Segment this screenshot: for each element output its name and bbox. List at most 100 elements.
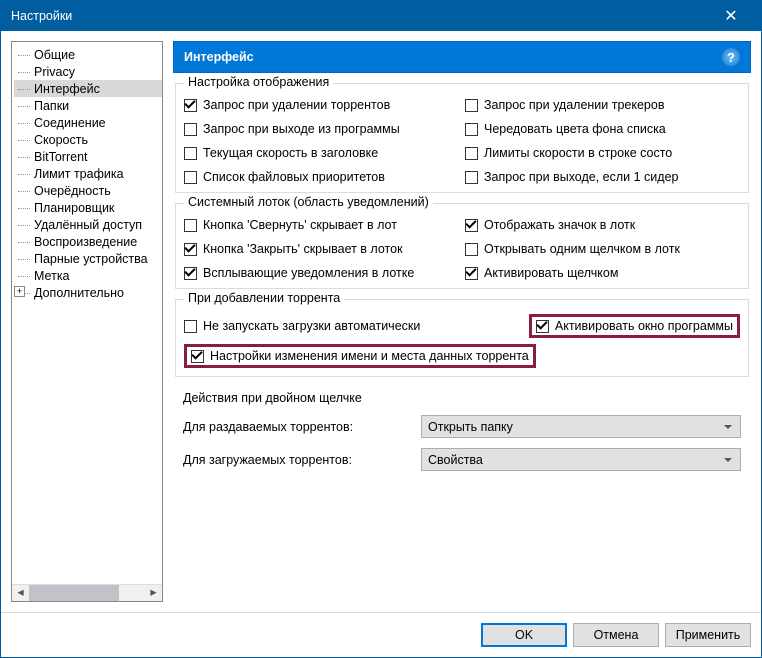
checkbox-label: Отображать значок в лотк: [484, 218, 635, 232]
scroll-left-icon[interactable]: ◂: [12, 585, 29, 601]
checkbox-box: [465, 147, 478, 160]
checkbox-box: [184, 171, 197, 184]
checkbox-label: Активировать щелчком: [484, 266, 618, 280]
checkbox-box: [184, 123, 197, 136]
checkbox-label: Лимиты скорости в строке состо: [484, 146, 672, 160]
tree-item-label: Папки: [34, 99, 69, 113]
group-tray: Системный лоток (область уведомлений) Кн…: [175, 203, 749, 289]
display-left-checkbox-3[interactable]: Список файловых приоритетов: [184, 170, 459, 184]
checkbox-label: Запрос при выходе из программы: [203, 122, 400, 136]
tree-h-scrollbar[interactable]: ◂ ▸: [12, 584, 162, 601]
tree-item-label: Скорость: [34, 133, 88, 147]
checkbox-label: Всплывающие уведомления в лотке: [203, 266, 414, 280]
tree-item-label: Очерёдность: [34, 184, 111, 198]
section-title: Интерфейс: [184, 50, 722, 64]
tree-item-0[interactable]: Общие: [14, 46, 162, 63]
scroll-thumb[interactable]: [29, 585, 119, 601]
group-add-torrent: При добавлении торрента Не запускать заг…: [175, 299, 749, 377]
checkbox-box: [465, 219, 478, 232]
tree-item-3[interactable]: Папки: [14, 97, 162, 114]
checkbox-box: [184, 267, 197, 280]
checkbox-label: Активировать окно программы: [555, 319, 733, 333]
tray-right-checkbox-1[interactable]: Открывать одним щелчком в лотк: [465, 242, 740, 256]
group-tray-title: Системный лоток (область уведомлений): [184, 195, 433, 209]
tree-item-9[interactable]: Планировщик: [14, 199, 162, 216]
checkbox-label: Не запускать загрузки автоматически: [203, 319, 420, 333]
checkbox-label: Открывать одним щелчком в лотк: [484, 242, 680, 256]
checkbox-box: [465, 243, 478, 256]
dblclick-seeding-label: Для раздаваемых торрентов:: [183, 420, 413, 434]
tree-item-14[interactable]: + Дополнительно: [14, 284, 162, 301]
tree-item-7[interactable]: Лимит трафика: [14, 165, 162, 182]
nav-tree: Общие Privacy Интерфейс Папки Соединение Скор…: [11, 41, 163, 602]
tree-item-label: Дополнительно: [34, 286, 124, 300]
tree-item-8[interactable]: Очерёдность: [14, 182, 162, 199]
tray-right-checkbox-0[interactable]: Отображать значок в лотк: [465, 218, 740, 232]
checkbox-box: [184, 147, 197, 160]
window-title: Настройки: [11, 9, 711, 23]
tree-item-10[interactable]: Удалённый доступ: [14, 216, 162, 233]
expand-icon[interactable]: +: [14, 286, 25, 297]
tray-left-checkbox-0[interactable]: Кнопка 'Свернуть' скрывает в лот: [184, 218, 459, 232]
tree-item-label: BitTorrent: [34, 150, 88, 164]
display-left-checkbox-2[interactable]: Текущая скорость в заголовке: [184, 146, 459, 160]
ok-button[interactable]: OK: [481, 623, 567, 647]
display-right-checkbox-1[interactable]: Чередовать цвета фона списка: [465, 122, 740, 136]
scroll-right-icon[interactable]: ▸: [145, 585, 162, 601]
tray-right-checkbox-2[interactable]: Активировать щелчком: [465, 266, 740, 280]
display-left-checkbox-1[interactable]: Запрос при выходе из программы: [184, 122, 459, 136]
tree-item-label: Парные устройства: [34, 252, 148, 266]
group-display-title: Настройка отображения: [184, 75, 333, 89]
tree-item-13[interactable]: Метка: [14, 267, 162, 284]
display-right-checkbox-3[interactable]: Запрос при выходе, если 1 сидер: [465, 170, 740, 184]
tree-item-label: Лимит трафика: [34, 167, 124, 181]
checkbox-label: Список файловых приоритетов: [203, 170, 385, 184]
dblclick-title: Действия при двойном щелчке: [183, 391, 749, 405]
tree-item-label: Интерфейс: [34, 82, 100, 96]
checkbox-activate-window[interactable]: Активировать окно программы: [536, 319, 733, 333]
tree-item-label: Общие: [34, 48, 75, 62]
select-value: Свойства: [428, 453, 483, 467]
tree-item-5[interactable]: Скорость: [14, 131, 162, 148]
checkbox-label: Текущая скорость в заголовке: [203, 146, 378, 160]
group-display: Настройка отображения Запрос при удалени…: [175, 83, 749, 193]
checkbox-box: [465, 123, 478, 136]
display-right-checkbox-0[interactable]: Запрос при удалении трекеров: [465, 98, 740, 112]
checkbox-label: Запрос при выходе, если 1 сидер: [484, 170, 678, 184]
checkbox-label: Чередовать цвета фона списка: [484, 122, 666, 136]
checkbox-label: Запрос при удалении торрентов: [203, 98, 390, 112]
tree-item-4[interactable]: Соединение: [14, 114, 162, 131]
display-left-checkbox-0[interactable]: Запрос при удалении торрентов: [184, 98, 459, 112]
checkbox-no-auto-start[interactable]: Не запускать загрузки автоматически: [184, 319, 529, 333]
dblclick-downloading-select[interactable]: Свойства: [421, 448, 741, 471]
highlight-rename-settings: Настройки изменения имени и места данных…: [184, 344, 536, 368]
checkbox-label: Запрос при удалении трекеров: [484, 98, 664, 112]
tree-item-label: Privacy: [34, 65, 75, 79]
tree-item-2[interactable]: Интерфейс: [14, 80, 162, 97]
highlight-activate-window: Активировать окно программы: [529, 314, 740, 338]
tray-left-checkbox-1[interactable]: Кнопка 'Закрыть' скрывает в лоток: [184, 242, 459, 256]
checkbox-box: [184, 219, 197, 232]
tray-left-checkbox-2[interactable]: Всплывающие уведомления в лотке: [184, 266, 459, 280]
section-header: Интерфейс ?: [173, 41, 751, 73]
dblclick-downloading-label: Для загружаемых торрентов:: [183, 453, 413, 467]
dblclick-seeding-select[interactable]: Открыть папку: [421, 415, 741, 438]
select-value: Открыть папку: [428, 420, 513, 434]
display-right-checkbox-2[interactable]: Лимиты скорости в строке состо: [465, 146, 740, 160]
checkbox-box: [184, 243, 197, 256]
checkbox-rename-settings[interactable]: Настройки изменения имени и места данных…: [191, 349, 529, 363]
checkbox-box: [465, 99, 478, 112]
cancel-button[interactable]: Отмена: [573, 623, 659, 647]
tree-item-1[interactable]: Privacy: [14, 63, 162, 80]
tree-item-label: Метка: [34, 269, 70, 283]
close-icon[interactable]: ✕: [711, 6, 751, 26]
tree-item-label: Соединение: [34, 116, 106, 130]
apply-button[interactable]: Применить: [665, 623, 751, 647]
tree-item-12[interactable]: Парные устройства: [14, 250, 162, 267]
checkbox-label: Кнопка 'Закрыть' скрывает в лоток: [203, 242, 403, 256]
checkbox-box: [465, 267, 478, 280]
tree-item-6[interactable]: BitTorrent: [14, 148, 162, 165]
help-icon[interactable]: ?: [722, 48, 740, 66]
checkbox-label: Настройки изменения имени и места данных…: [210, 349, 529, 363]
tree-item-11[interactable]: Воспроизведение: [14, 233, 162, 250]
